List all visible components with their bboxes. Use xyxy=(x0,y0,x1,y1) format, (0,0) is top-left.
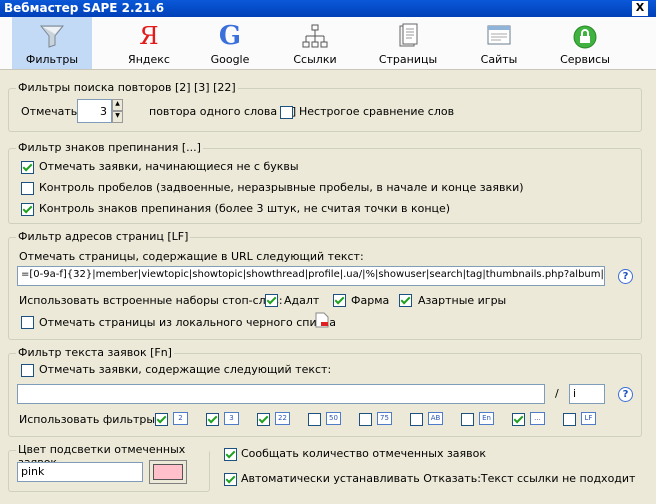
tab-label: Сайты xyxy=(480,53,518,66)
url-filter-group: Фильтр адресов страниц [LF] Отмечать стр… xyxy=(8,230,642,340)
color-swatch xyxy=(153,464,183,480)
url-prompt-label: Отмечать страницы, содержащие в URL след… xyxy=(19,250,364,263)
non-letter-start-checkbox[interactable] xyxy=(21,161,34,174)
fuzzy-compare-label: Нестрогое сравнение слов xyxy=(299,105,455,118)
repeat-suffix-label: повтора одного слова [3] xyxy=(149,105,297,118)
spaces-control-checkbox[interactable] xyxy=(21,182,34,195)
tab-label: Страницы xyxy=(378,53,438,66)
blacklist-checkbox[interactable] xyxy=(21,316,34,329)
text-filter-group: Фильтр текста заявок [Fn] Отмечать заявк… xyxy=(8,346,642,437)
gambling-set-label: Азартные игры xyxy=(418,294,507,307)
filter-dots-tag: ... xyxy=(530,412,545,425)
punct-filter-title: Фильтр знаков препинания [...] xyxy=(16,141,203,154)
links-tree-icon xyxy=(301,22,329,50)
filter-ab-checkbox[interactable] xyxy=(410,413,423,426)
report-count-checkbox[interactable] xyxy=(224,448,237,461)
adult-set-checkbox[interactable] xyxy=(265,294,278,307)
repeat-count-input[interactable]: 3 xyxy=(77,99,112,123)
text-help-icon[interactable]: ? xyxy=(618,387,633,402)
spaces-control-label: Контроль пробелов (задвоенные, неразрывн… xyxy=(39,181,524,194)
non-letter-start-label: Отмечать заявки, начинающиеся не с буквы xyxy=(39,160,299,173)
filter-2-checkbox[interactable] xyxy=(155,413,168,426)
mark-label: Отмечать xyxy=(21,105,78,118)
pages-icon xyxy=(394,22,422,50)
filter-3-tag: 3 xyxy=(224,412,239,425)
url-help-icon[interactable]: ? xyxy=(618,269,633,284)
text-filter-title: Фильтр текста заявок [Fn] xyxy=(16,346,174,359)
filter-lf-tag: LF xyxy=(581,412,596,425)
punct-control-label: Контроль знаков препинания (более 3 штук… xyxy=(39,202,451,215)
separator-label: / xyxy=(555,387,559,400)
fuzzy-compare-checkbox[interactable] xyxy=(280,106,293,119)
count-up-button[interactable]: ▲ xyxy=(112,99,123,111)
tab-label: Сервисы xyxy=(560,53,610,66)
filter-lf-checkbox[interactable] xyxy=(563,413,576,426)
filter-ab-tag: AB xyxy=(428,412,443,425)
window-title: Вебмастер SAPE 2.21.6 xyxy=(4,1,165,15)
adult-set-label: Адалт xyxy=(284,294,320,307)
filter-22-tag: 22 xyxy=(275,412,290,425)
filter-en-tag: En xyxy=(479,412,494,425)
sites-icon xyxy=(485,22,513,50)
highlight-color-input[interactable]: pink xyxy=(17,462,143,482)
report-count-label: Сообщать количество отмеченных заявок xyxy=(241,447,487,460)
filter-2-tag: 2 xyxy=(173,412,188,425)
close-button[interactable]: X xyxy=(632,1,648,16)
filter-3-checkbox[interactable] xyxy=(206,413,219,426)
filter-50-checkbox[interactable] xyxy=(308,413,321,426)
edit-list-icon[interactable] xyxy=(315,312,329,328)
auto-reject-label: Автоматически устанавливать Отказать:Тек… xyxy=(241,472,636,485)
regex-flags-input[interactable]: i xyxy=(569,384,605,404)
title-bar: Вебмастер SAPE 2.21.6 X xyxy=(0,0,656,17)
color-picker-button[interactable] xyxy=(149,460,187,484)
pharma-set-checkbox[interactable] xyxy=(333,294,346,307)
yandex-icon: Я xyxy=(139,22,159,50)
services-icon xyxy=(571,22,599,50)
tab-filters[interactable]: Фильтры xyxy=(12,17,92,69)
funnel-icon xyxy=(38,22,66,50)
use-filters-label: Использовать фильтры: xyxy=(19,413,159,426)
mark-text-label: Отмечать заявки, содержащие следующий те… xyxy=(39,363,332,376)
dup-filter-group: Фильтры поиска повторов [2] [3] [22] Отм… xyxy=(8,81,642,132)
gambling-set-checkbox[interactable] xyxy=(399,294,412,307)
tab-pages[interactable]: Страницы xyxy=(368,17,448,69)
stopword-sets-label: Использовать встроенные наборы стоп-слов… xyxy=(19,294,283,307)
tab-yandex[interactable]: Я Яндекс xyxy=(109,17,189,69)
text-pattern-input[interactable] xyxy=(17,384,545,404)
auto-reject-checkbox[interactable] xyxy=(224,473,237,486)
filter-22-checkbox[interactable] xyxy=(257,413,270,426)
toolbar: Фильтры Я Яндекс G Google Ссылки Страниц… xyxy=(0,17,656,70)
filter-75-checkbox[interactable] xyxy=(359,413,372,426)
filter-50-tag: 50 xyxy=(326,412,341,425)
blacklist-label: Отмечать страницы из локального черного … xyxy=(39,316,337,329)
filter-en-checkbox[interactable] xyxy=(461,413,474,426)
tab-label: Яндекс xyxy=(128,53,170,66)
punct-filter-group: Фильтр знаков препинания [...] Отмечать … xyxy=(8,141,642,224)
tab-links[interactable]: Ссылки xyxy=(275,17,355,69)
punct-control-checkbox[interactable] xyxy=(21,203,34,216)
highlight-color-group: Цвет подсветки отмеченных заявок pink xyxy=(8,443,210,492)
dup-filter-title: Фильтры поиска повторов [2] [3] [22] xyxy=(16,81,238,94)
tab-sites[interactable]: Сайты xyxy=(459,17,539,69)
tab-google[interactable]: G Google xyxy=(190,17,270,69)
tab-label: Ссылки xyxy=(293,53,337,66)
tab-label: Фильтры xyxy=(25,53,79,66)
mark-text-checkbox[interactable] xyxy=(21,364,34,377)
url-filter-title: Фильтр адресов страниц [LF] xyxy=(16,230,191,243)
google-icon: G xyxy=(218,21,242,51)
url-pattern-input[interactable]: =[0-9a-f]{32}|member|viewtopic|showtopic… xyxy=(17,266,605,286)
filter-75-tag: 75 xyxy=(377,412,392,425)
filter-dots-checkbox[interactable] xyxy=(512,413,525,426)
pharma-set-label: Фарма xyxy=(351,294,390,307)
count-down-button[interactable]: ▼ xyxy=(112,111,123,123)
tab-services[interactable]: Сервисы xyxy=(545,17,625,69)
tab-label: Google xyxy=(210,53,250,66)
